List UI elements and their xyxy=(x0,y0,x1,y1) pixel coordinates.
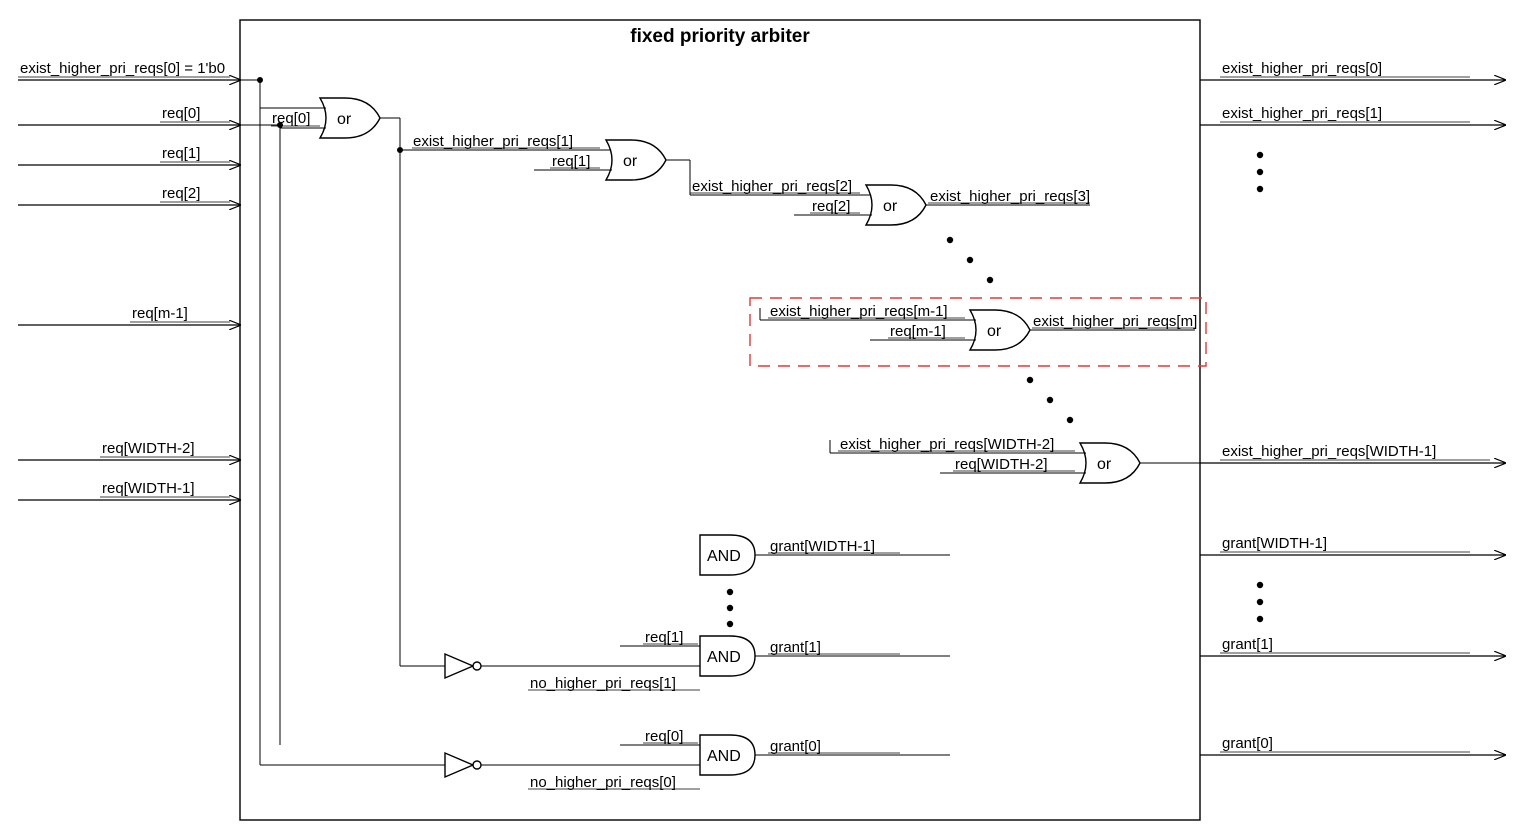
andW1-out: grant[WIDTH-1] xyxy=(770,538,875,555)
out-ehprW1: exist_higher_pri_reqs[WIDTH-1] xyxy=(1222,443,1436,460)
orm1-inB: req[m-1] xyxy=(890,323,946,340)
and1-inA: req[1] xyxy=(645,629,683,646)
label-reqm1: req[m-1] xyxy=(132,305,188,322)
label-req0: req[0] xyxy=(162,105,200,122)
outputs: exist_higher_pri_reqs[0] exist_higher_pr… xyxy=(1200,60,1505,755)
and1-out: grant[1] xyxy=(770,639,821,656)
out-grant0: grant[0] xyxy=(1222,735,1273,752)
orW2-inB: req[WIDTH-2] xyxy=(955,456,1048,473)
not0-out: no_higher_pri_reqs[0] xyxy=(530,774,676,791)
and-label-1: AND xyxy=(707,649,741,666)
label-ehpr0: exist_higher_pri_reqs[0] = 1'b0 xyxy=(20,60,225,77)
or-label-0: or xyxy=(337,111,352,128)
label-reqW1: req[WIDTH-1] xyxy=(102,480,195,497)
or-label-1: or xyxy=(623,153,638,170)
label-req2: req[2] xyxy=(162,185,200,202)
label-reqW2: req[WIDTH-2] xyxy=(102,440,195,457)
or-label-m1: or xyxy=(987,323,1002,340)
orW2-inA: exist_higher_pri_reqs[WIDTH-2] xyxy=(840,436,1054,453)
and-label-W1: AND xyxy=(707,548,741,565)
or2-inB: req[2] xyxy=(812,198,850,215)
orm1-inA: exist_higher_pri_reqs[m-1] xyxy=(770,303,948,320)
out-grantW1: grant[WIDTH-1] xyxy=(1222,535,1327,552)
or-chain: or req[0] exist_higher_pri_reqs[1] or re… xyxy=(240,77,1206,483)
out-ehpr1: exist_higher_pri_reqs[1] xyxy=(1222,105,1382,122)
or1-inB: req[1] xyxy=(552,153,590,170)
or-label-W2: or xyxy=(1097,456,1112,473)
diagram-canvas: fixed priority arbiter exist_higher_pri_… xyxy=(0,0,1536,839)
out-ehpr0: exist_higher_pri_reqs[0] xyxy=(1222,60,1382,77)
and0-out: grant[0] xyxy=(770,738,821,755)
orm1-out: exist_higher_pri_reqs[m] xyxy=(1033,313,1197,330)
not-gate-1 xyxy=(445,654,481,678)
or-label-2: or xyxy=(883,198,898,215)
not1-out: no_higher_pri_reqs[1] xyxy=(530,675,676,692)
module-title: fixed priority arbiter xyxy=(630,26,810,47)
module-box xyxy=(240,20,1200,820)
not-gate-0 xyxy=(445,753,481,777)
or1-out: exist_higher_pri_reqs[2] xyxy=(692,178,852,195)
label-req1: req[1] xyxy=(162,145,200,162)
and-label-0: AND xyxy=(707,748,741,765)
or0-out: exist_higher_pri_reqs[1] xyxy=(413,133,573,150)
inputs: exist_higher_pri_reqs[0] = 1'b0 req[0] r… xyxy=(18,60,240,500)
or2-out: exist_higher_pri_reqs[3] xyxy=(930,188,1090,205)
out-grant1: grant[1] xyxy=(1222,636,1273,653)
or0-inB: req[0] xyxy=(272,110,310,127)
and0-inA: req[0] xyxy=(645,728,683,745)
